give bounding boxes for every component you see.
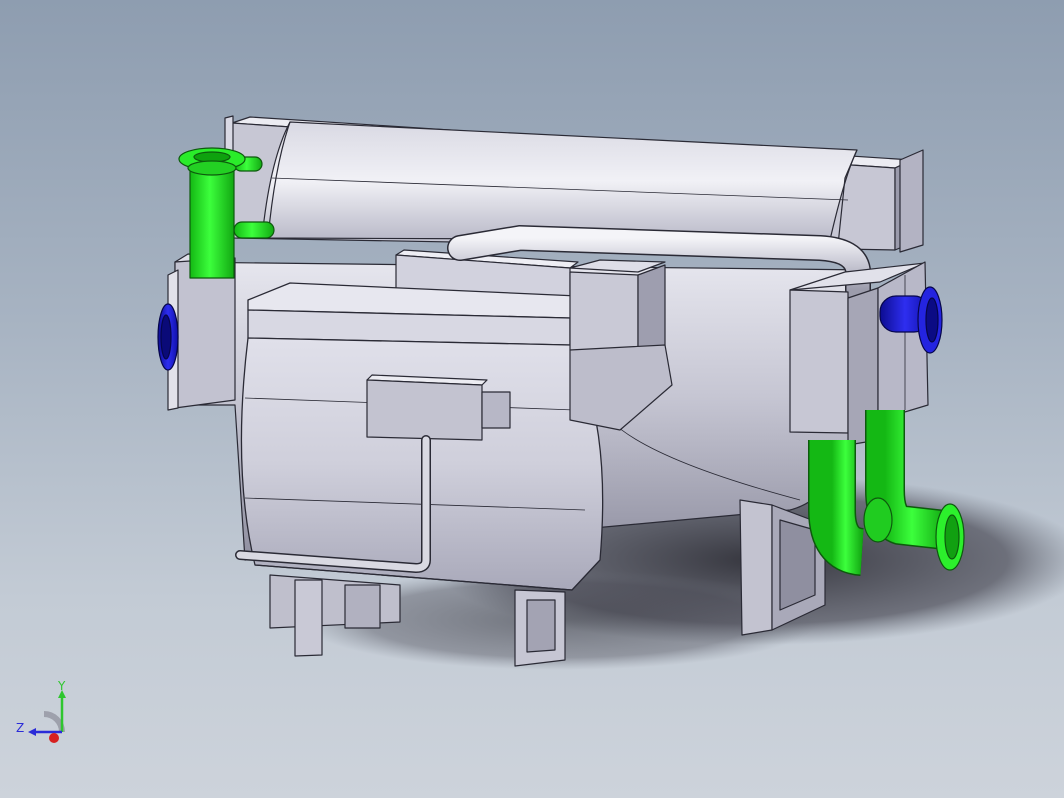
triad-y-label: Y <box>58 679 66 693</box>
triad-graphic <box>28 690 66 743</box>
z-axis-arrow <box>28 728 36 736</box>
triad-z-label: Z <box>16 721 25 735</box>
cad-model[interactable] <box>0 0 1064 798</box>
x-axis-dot <box>49 733 59 743</box>
graphics-viewport[interactable]: Y Z <box>0 0 1064 798</box>
left-blue-flange[interactable] <box>157 303 179 371</box>
view-orientation-triad[interactable]: Y Z <box>14 676 78 748</box>
